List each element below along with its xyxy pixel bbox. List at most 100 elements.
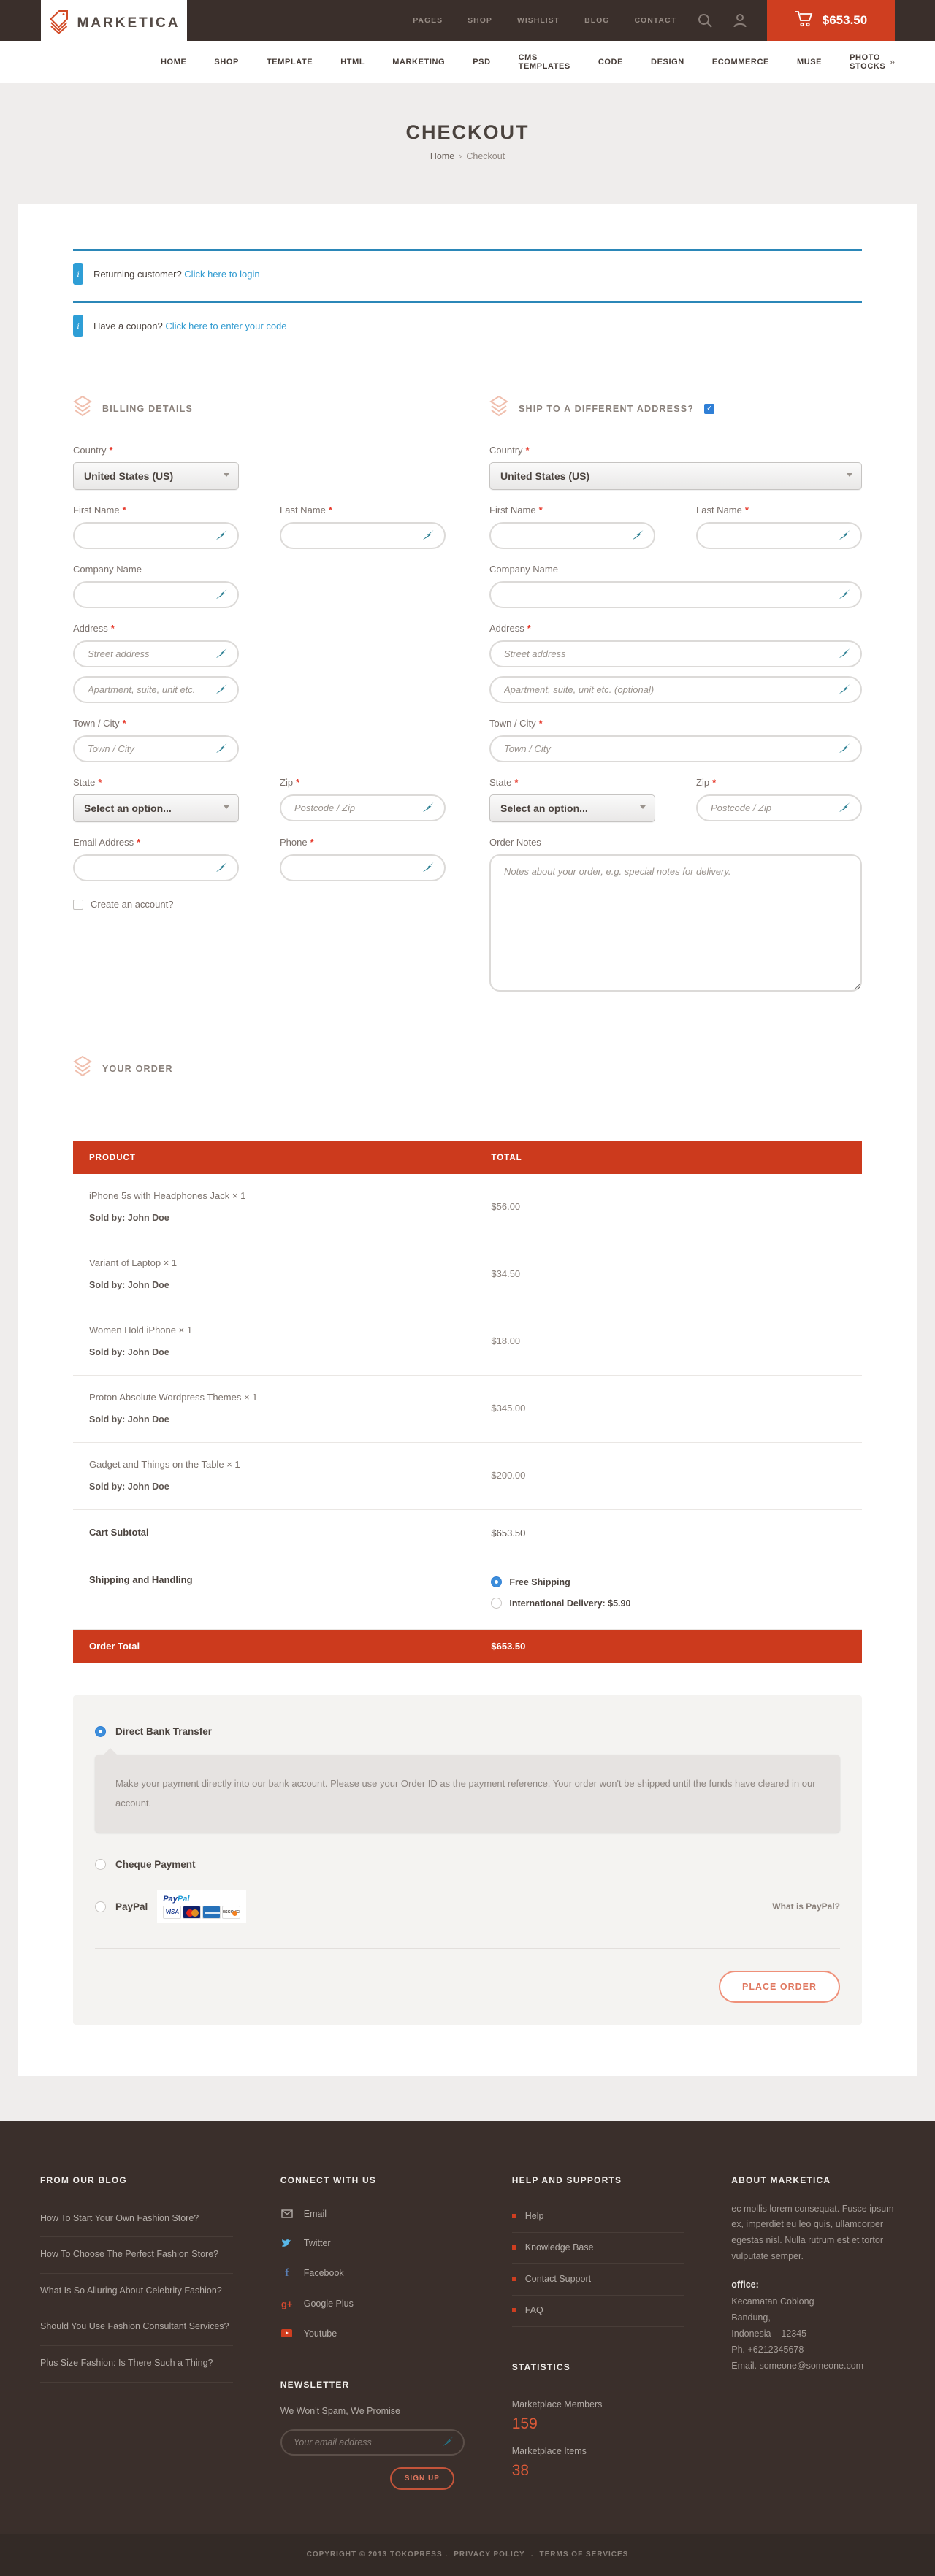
dashlane-icon[interactable] (215, 683, 229, 699)
newsletter-email-input[interactable] (282, 2431, 463, 2454)
radio-icon[interactable] (491, 1598, 502, 1609)
terms-link[interactable]: TERMS OF SERVICES (540, 2550, 629, 2558)
list-item[interactable]: How To Start Your Own Fashion Store? (40, 2201, 233, 2238)
bank-transfer-option[interactable]: Direct Bank Transfer (95, 1722, 840, 1741)
shipping-zip-input[interactable] (698, 796, 860, 820)
dashlane-icon[interactable] (422, 802, 435, 817)
facebook-link[interactable]: f Facebook (280, 2260, 465, 2291)
list-item[interactable]: Plus Size Fashion: Is There Such a Thing… (40, 2346, 233, 2383)
international-delivery-option[interactable]: International Delivery: $5.90 (491, 1598, 630, 1609)
shipping-state-select[interactable]: Select an option... (489, 794, 655, 822)
nav-html[interactable]: HTML (340, 58, 365, 66)
dashlane-icon[interactable] (839, 802, 852, 817)
nav-template[interactable]: TEMPLATE (267, 58, 313, 66)
create-account-checkbox[interactable] (73, 900, 83, 910)
google-plus-link[interactable]: g+ Google Plus (280, 2291, 465, 2321)
topbar-link-wishlist[interactable]: WISHLIST (517, 16, 560, 25)
email-label: Email (304, 2209, 327, 2219)
radio-icon[interactable] (95, 1901, 106, 1912)
radio-selected-icon[interactable] (95, 1726, 106, 1737)
coupon-link[interactable]: Click here to enter your code (165, 321, 286, 331)
shipping-first-name-input[interactable] (491, 524, 654, 548)
dashlane-icon[interactable] (442, 2436, 455, 2451)
login-link[interactable]: Click here to login (184, 269, 259, 280)
product-name: Gadget and Things on the Table (89, 1459, 224, 1470)
what-is-paypal-link[interactable]: What is PayPal? (772, 1901, 840, 1912)
shipping-street-address-input[interactable] (491, 642, 860, 666)
topbar-link-blog[interactable]: BLOG (584, 16, 609, 25)
tags-icon (73, 1056, 92, 1081)
twitter-link[interactable]: Twitter (280, 2231, 465, 2260)
order-notes-textarea[interactable] (489, 854, 862, 992)
sign-up-button[interactable]: SIGN UP (390, 2467, 454, 2490)
privacy-policy-link[interactable]: PRIVACY POLICY (454, 2550, 525, 2558)
logo[interactable]: MARKETICA (41, 0, 187, 47)
dashlane-icon[interactable] (215, 529, 229, 545)
nav-home[interactable]: HOME (161, 58, 186, 66)
nav-psd[interactable]: PSD (473, 58, 490, 66)
paypal-option[interactable]: PayPal PayPal VISA DISCOVER What is PayP… (95, 1890, 840, 1923)
nav-design[interactable]: DESIGN (651, 58, 684, 66)
billing-zip-input[interactable] (281, 796, 444, 820)
field-label: State (489, 777, 518, 788)
email-link[interactable]: Email (280, 2201, 465, 2231)
footer-about-column: ABOUT MARKETICA ec mollis lorem consequa… (731, 2175, 895, 2490)
shipping-town-input[interactable] (491, 737, 860, 761)
free-shipping-option[interactable]: Free Shipping (491, 1576, 630, 1587)
list-item[interactable]: How To Choose The Perfect Fashion Store? (40, 2237, 233, 2274)
shipping-last-name-input[interactable] (698, 524, 860, 548)
billing-town-input[interactable] (75, 737, 237, 761)
faq-link[interactable]: FAQ (512, 2296, 684, 2327)
nav-photo-stocks[interactable]: PHOTO STOCKS (850, 53, 890, 71)
ship-different-address-checkbox[interactable] (704, 404, 714, 414)
billing-street-address-input[interactable] (75, 642, 237, 666)
breadcrumb-home[interactable]: Home (430, 151, 454, 161)
contact-support-link[interactable]: Contact Support (512, 2264, 684, 2296)
dashlane-icon[interactable] (839, 529, 852, 545)
billing-country-select[interactable]: United States (US) (73, 462, 239, 490)
billing-company-input[interactable] (75, 583, 237, 607)
nav-muse[interactable]: MUSE (797, 58, 822, 66)
shipping-company-input[interactable] (491, 583, 860, 607)
search-icon[interactable] (697, 12, 713, 28)
dashlane-icon[interactable] (839, 648, 852, 663)
dashlane-icon[interactable] (839, 743, 852, 758)
bullet-icon (512, 2277, 516, 2281)
dashlane-icon[interactable] (422, 529, 435, 545)
topbar-link-contact[interactable]: CONTACT (634, 16, 676, 25)
dashlane-icon[interactable] (422, 862, 435, 877)
dashlane-icon[interactable] (215, 743, 229, 758)
radio-icon[interactable] (95, 1859, 106, 1870)
cheque-payment-option[interactable]: Cheque Payment (95, 1855, 840, 1874)
shipping-apartment-input[interactable] (491, 678, 860, 702)
help-link[interactable]: Help (512, 2201, 684, 2233)
nav-cms-templates[interactable]: CMS TEMPLATES (519, 53, 570, 71)
nav-code[interactable]: CODE (598, 58, 623, 66)
nav-ecommerce[interactable]: ECOMMERCE (712, 58, 769, 66)
place-order-button[interactable]: PLACE ORDER (719, 1971, 840, 2003)
billing-email-input[interactable] (75, 856, 237, 880)
youtube-link[interactable]: Youtube (280, 2321, 465, 2350)
shipping-country-select[interactable]: United States (US) (489, 462, 862, 490)
nav-marketing[interactable]: MARKETING (392, 58, 445, 66)
topbar-link-pages[interactable]: PAGES (413, 16, 443, 25)
topbar-link-shop[interactable]: SHOP (468, 16, 492, 25)
user-icon[interactable] (732, 12, 748, 28)
radio-selected-icon[interactable] (491, 1576, 502, 1587)
billing-apartment-input[interactable] (75, 678, 237, 702)
nav-shop[interactable]: SHOP (214, 58, 239, 66)
dashlane-icon[interactable] (632, 529, 645, 545)
dashlane-icon[interactable] (215, 648, 229, 663)
billing-phone-input[interactable] (281, 856, 444, 880)
dashlane-icon[interactable] (215, 862, 229, 877)
billing-last-name-input[interactable] (281, 524, 444, 548)
dashlane-icon[interactable] (839, 589, 852, 604)
billing-state-select[interactable]: Select an option... (73, 794, 239, 822)
list-item[interactable]: What Is So Alluring About Celebrity Fash… (40, 2274, 233, 2310)
knowledge-base-link[interactable]: Knowledge Base (512, 2233, 684, 2264)
cart-button[interactable]: $653.50 (767, 0, 895, 41)
nav-more-chevron-icon[interactable]: » (890, 56, 895, 67)
dashlane-icon[interactable] (839, 683, 852, 699)
billing-first-name-input[interactable] (75, 524, 237, 548)
dashlane-icon[interactable] (215, 589, 229, 604)
